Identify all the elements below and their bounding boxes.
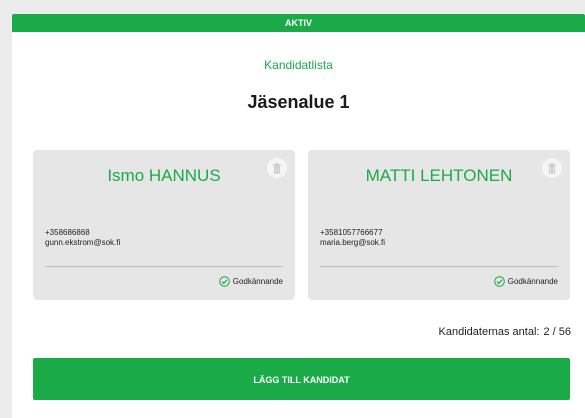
candidate-name: Ismo HANNUS — [107, 166, 221, 185]
approval-label: Godkännande — [232, 277, 283, 286]
candidate-card: MATTI LEHTONEN +3581057766677 maria.berg… — [308, 150, 570, 300]
candidate-card: Ismo HANNUS +358686868 gunn.ekstrom@sok.… — [33, 150, 295, 300]
add-candidate-button[interactable]: LÄGG TILL KANDIDAT — [33, 358, 570, 400]
candidate-count-value: 2 / 56 — [543, 326, 571, 338]
trash-icon — [548, 162, 556, 173]
check-circle-icon — [493, 276, 505, 287]
divider — [45, 266, 283, 267]
candidate-list-panel: AKTIV Kandidatlista Jäsenalue 1 Ismo HAN… — [12, 14, 585, 418]
candidate-phone: +358686868 — [45, 228, 90, 237]
candidate-name: MATTI LEHTONEN — [365, 166, 513, 185]
candidate-count: Kandidaternas antal: 2 / 56 — [439, 326, 571, 338]
candidate-email: maria.berg@sok.fi — [320, 238, 386, 247]
approval-label: Godkännande — [507, 277, 558, 286]
delete-candidate-button[interactable] — [542, 158, 562, 178]
candidate-count-label: Kandidaternas antal: — [438, 326, 540, 338]
check-circle-icon — [218, 276, 230, 287]
page: AKTIV Kandidatlista Jäsenalue 1 Ismo HAN… — [0, 0, 585, 418]
approval-status[interactable]: Godkännande — [218, 276, 283, 287]
approval-status[interactable]: Godkännande — [493, 276, 558, 287]
page-title: Jäsenalue 1 — [247, 92, 350, 112]
candidate-email: gunn.ekstrom@sok.fi — [45, 238, 121, 247]
delete-candidate-button[interactable] — [267, 158, 287, 178]
list-label: Kandidatlista — [264, 58, 333, 72]
divider — [320, 266, 558, 267]
status-bar: AKTIV — [12, 14, 585, 32]
candidate-phone: +3581057766677 — [320, 228, 383, 237]
trash-icon — [273, 162, 281, 173]
